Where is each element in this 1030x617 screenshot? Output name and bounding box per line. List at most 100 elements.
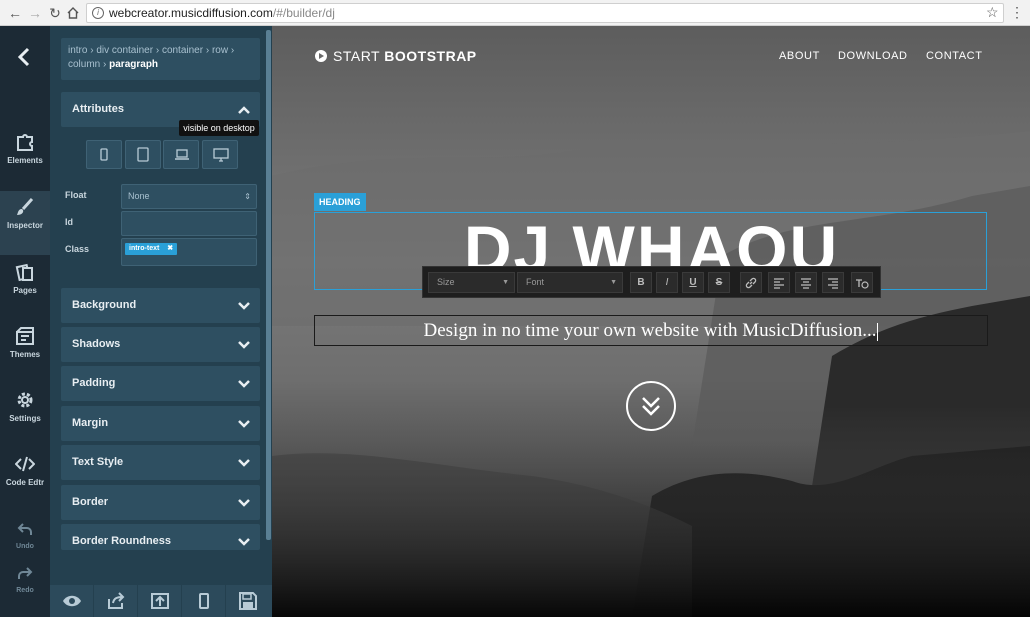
breadcrumb-item[interactable]: row (212, 45, 228, 56)
section-border[interactable]: Border (61, 485, 260, 520)
size-placeholder: Size (437, 277, 455, 287)
chevron-down-icon (238, 380, 250, 388)
rail-code-editor[interactable]: Code Edtr (0, 448, 50, 512)
section-background[interactable]: Background (61, 288, 260, 323)
rail-settings[interactable]: Settings (0, 384, 50, 448)
bookmark-star-icon[interactable]: ☆ (986, 4, 999, 21)
undo-label: Undo (16, 543, 34, 550)
align-left-icon (774, 278, 784, 289)
floppy-disk-icon (239, 592, 257, 610)
align-right-button[interactable] (822, 272, 844, 293)
paintbrush-icon (17, 197, 34, 215)
code-icon (15, 456, 35, 472)
rail-label: Inspector (6, 221, 43, 230)
chevron-down-icon (238, 302, 250, 310)
rail-pages[interactable]: Pages (0, 256, 50, 320)
undo-button[interactable]: Undo (0, 522, 50, 550)
breadcrumb-item[interactable]: container (162, 45, 203, 56)
reload-icon[interactable]: ↻ (46, 4, 64, 22)
laptop-icon (175, 149, 189, 160)
play-circle-icon (315, 50, 327, 62)
back-chevron-icon[interactable] (14, 46, 36, 68)
chevron-down-icon (238, 341, 250, 349)
rail-elements[interactable]: Elements (0, 126, 50, 190)
align-center-button[interactable] (795, 272, 817, 293)
rail-inspector[interactable]: Inspector (0, 191, 50, 255)
section-text-style[interactable]: Text Style (61, 445, 260, 480)
id-label: Id (65, 217, 73, 227)
browser-menu-icon[interactable]: ⋮ (1010, 3, 1024, 21)
publish-button[interactable] (138, 585, 182, 617)
font-size-select[interactable]: Size ▼ (428, 272, 515, 293)
device-phone-button[interactable] (86, 140, 122, 169)
redo-button[interactable]: Redo (0, 566, 50, 594)
rail-label: Settings (9, 414, 41, 423)
eye-icon (63, 595, 81, 607)
section-border-roundness[interactable]: Border Roundness (61, 524, 260, 550)
nav-contact[interactable]: CONTACT (926, 50, 983, 62)
italic-button[interactable]: I (656, 272, 678, 293)
chevron-down-icon (238, 499, 250, 507)
pages-icon (15, 263, 33, 282)
bold-button[interactable]: B (630, 272, 652, 293)
panel-scrollbar[interactable] (266, 30, 271, 540)
double-chevron-down-icon (642, 397, 660, 416)
site-brand[interactable]: START BOOTSTRAP (315, 48, 477, 64)
clear-format-button[interactable] (851, 272, 873, 293)
eraser-icon (856, 279, 869, 289)
section-label: Padding (72, 377, 116, 389)
rail-label: Themes (9, 350, 41, 359)
font-family-select[interactable]: Font ▼ (517, 272, 623, 293)
float-select[interactable]: None ⇕ (121, 184, 257, 209)
device-tablet-button[interactable] (125, 140, 161, 169)
export-button[interactable] (94, 585, 138, 617)
breadcrumb-item[interactable]: div container (96, 45, 153, 56)
device-laptop-button[interactable] (163, 140, 199, 169)
device-desktop-button[interactable] (202, 140, 238, 169)
home-icon[interactable] (64, 4, 82, 22)
subtitle-text: Design in no time your own website with … (423, 320, 877, 341)
back-arrow-icon[interactable]: ← (6, 4, 24, 22)
gear-icon (17, 392, 33, 408)
scroll-down-button[interactable] (626, 381, 676, 431)
section-margin[interactable]: Margin (61, 406, 260, 441)
upload-icon (151, 593, 169, 609)
id-input[interactable] (121, 211, 257, 236)
link-button[interactable] (740, 272, 762, 293)
phone-icon (100, 148, 108, 161)
address-bar[interactable]: i webcreator.musicdiffusion.com/#/builde… (86, 3, 1004, 23)
info-icon[interactable]: i (92, 7, 104, 19)
remove-tag-icon[interactable]: ✖ (167, 245, 173, 252)
paragraph-element[interactable]: Design in no time your own website with … (314, 315, 988, 346)
breadcrumb-item[interactable]: intro (68, 45, 87, 56)
redo-icon (18, 567, 33, 579)
preview-button[interactable] (50, 585, 94, 617)
desktop-icon (213, 148, 229, 162)
url-host: webcreator.musicdiffusion.com (109, 6, 273, 20)
forward-arrow-icon[interactable]: → (26, 4, 44, 22)
align-right-icon (828, 278, 838, 289)
section-label: Shadows (72, 338, 121, 350)
class-label: Class (65, 244, 90, 254)
brand-bold: BOOTSTRAP (384, 48, 477, 64)
section-padding[interactable]: Padding (61, 366, 260, 401)
align-left-button[interactable] (768, 272, 790, 293)
save-button[interactable] (226, 585, 270, 617)
section-label: Margin (72, 417, 109, 429)
share-icon (108, 592, 125, 609)
breadcrumb-item[interactable]: column (68, 59, 100, 70)
class-tag[interactable]: intro-text ✖ (125, 243, 178, 255)
breadcrumb-current: paragraph (109, 59, 159, 70)
website-preview: START BOOTSTRAP ABOUT DOWNLOAD CONTACT H… (272, 26, 1030, 617)
section-shadows[interactable]: Shadows (61, 327, 260, 362)
nav-download[interactable]: DOWNLOAD (838, 50, 908, 62)
strikethrough-button[interactable]: S (708, 272, 730, 293)
text-format-toolbar: Size ▼ Font ▼ B I U S (422, 266, 881, 298)
underline-button[interactable]: U (682, 272, 704, 293)
nav-about[interactable]: ABOUT (779, 50, 820, 62)
rail-themes[interactable]: Themes (0, 320, 50, 384)
left-rail: Elements Inspector Pages Themes Settings… (0, 26, 50, 617)
mobile-preview-button[interactable] (182, 585, 226, 617)
chevron-up-icon (238, 106, 250, 114)
breadcrumb: intro › div container › container › row … (61, 38, 260, 80)
